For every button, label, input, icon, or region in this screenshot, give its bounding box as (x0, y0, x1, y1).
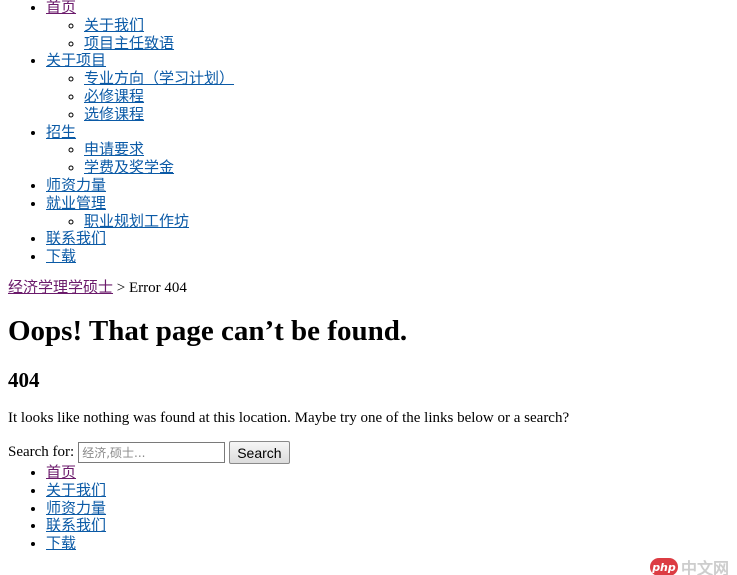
nav-item-admissions: 招生 申请要求 学费及奖学金 (46, 125, 737, 178)
submenu-item: 学费及奖学金 (84, 160, 737, 178)
watermark-badge: php (649, 558, 678, 575)
nav-link-download[interactable]: 下载 (46, 249, 76, 265)
nav-link-admissions[interactable]: 招生 (46, 125, 76, 141)
footer-nav-item: 师资力量 (46, 501, 737, 519)
submenu-home: 关于我们 项目主任致语 (46, 18, 737, 54)
breadcrumb-home-link[interactable]: 经济学理学硕士 (8, 280, 113, 296)
search-input[interactable] (78, 442, 226, 464)
submenu-item: 专业方向（学习计划） (84, 71, 737, 89)
page-title: Oops! That page can’t be found. (8, 314, 408, 347)
footer-link-download[interactable]: 下载 (46, 536, 76, 552)
footer-link-faculty[interactable]: 师资力量 (46, 501, 106, 517)
footer-nav-item: 关于我们 (46, 483, 737, 501)
nav-link-about-us[interactable]: 关于我们 (84, 18, 144, 34)
submenu-item: 职业规划工作坊 (84, 214, 737, 232)
submenu-careers: 职业规划工作坊 (46, 214, 737, 232)
watermark-logo: php 中文网 (649, 555, 729, 575)
footer-navigation: 首页 关于我们 师资力量 联系我们 下载 (0, 465, 737, 554)
watermark-text: 中文网 (680, 559, 729, 575)
nav-item-faculty: 师资力量 (46, 178, 737, 196)
submenu-item: 必修课程 (84, 89, 737, 107)
error-message: It looks like nothing was found at this … (8, 409, 570, 426)
nav-item-contact: 联系我们 (46, 231, 737, 249)
footer-link-home[interactable]: 首页 (46, 465, 76, 481)
search-form: Search for: Search (8, 441, 737, 465)
nav-item-careers: 就业管理 职业规划工作坊 (46, 196, 737, 232)
nav-link-required-courses[interactable]: 必修课程 (84, 89, 144, 105)
submenu-item: 项目主任致语 (84, 36, 737, 54)
nav-link-career-workshop[interactable]: 职业规划工作坊 (84, 214, 189, 230)
nav-link-tuition-scholarships[interactable]: 学费及奖学金 (84, 160, 174, 176)
nav-link-study-plan[interactable]: 专业方向（学习计划） (84, 71, 234, 87)
search-label: Search for: (8, 444, 75, 461)
footer-link-contact[interactable]: 联系我们 (46, 518, 106, 534)
breadcrumb: 经济学理学硕士 > Error 404 (8, 279, 737, 297)
search-button[interactable]: Search (229, 441, 290, 465)
breadcrumb-separator: > (113, 279, 129, 296)
nav-link-requirements[interactable]: 申请要求 (84, 142, 144, 158)
main-navigation: 首页 关于我们 项目主任致语 关于项目 专业方向（学习计划） 必修课程 选修课程… (0, 0, 737, 267)
nav-link-home[interactable]: 首页 (46, 0, 76, 16)
nav-link-faculty[interactable]: 师资力量 (46, 178, 106, 194)
nav-link-about-program[interactable]: 关于项目 (46, 53, 106, 69)
footer-nav-item: 下载 (46, 536, 737, 554)
footer-link-about-us[interactable]: 关于我们 (46, 483, 106, 499)
nav-link-careers[interactable]: 就业管理 (46, 196, 106, 212)
submenu-admissions: 申请要求 学费及奖学金 (46, 142, 737, 178)
submenu-item: 关于我们 (84, 18, 737, 36)
submenu-item: 申请要求 (84, 142, 737, 160)
nav-item-home: 首页 关于我们 项目主任致语 (46, 0, 737, 53)
submenu-about-program: 专业方向（学习计划） 必修课程 选修课程 (46, 71, 737, 124)
nav-link-contact[interactable]: 联系我们 (46, 231, 106, 247)
footer-nav-item: 首页 (46, 465, 737, 483)
nav-link-director-message[interactable]: 项目主任致语 (84, 36, 174, 52)
nav-item-download: 下载 (46, 249, 737, 267)
breadcrumb-current: Error 404 (128, 279, 187, 296)
nav-item-about-program: 关于项目 专业方向（学习计划） 必修课程 选修课程 (46, 53, 737, 124)
submenu-item: 选修课程 (84, 107, 737, 125)
nav-link-elective-courses[interactable]: 选修课程 (84, 107, 144, 123)
error-code: 404 (8, 367, 40, 392)
footer-nav-item: 联系我们 (46, 518, 737, 536)
